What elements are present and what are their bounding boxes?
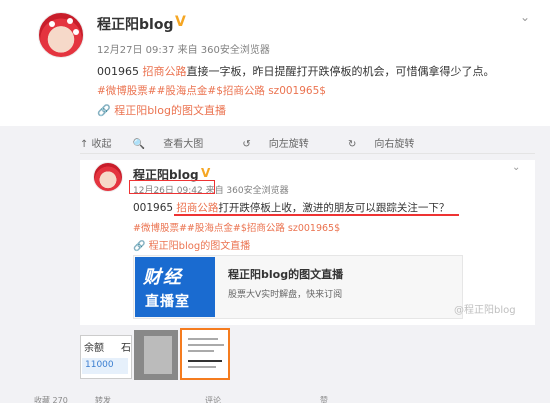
view-large-label: 查看大图 [163,139,204,150]
author-name[interactable]: 程正阳blog [97,14,173,34]
image-thumbnail-selected[interactable] [180,328,230,380]
rotate-left-icon: ↺ [242,139,251,150]
finance-live-logo: 财经 直播室 [135,257,215,317]
post-tags[interactable]: #微博股票##股海点金#$招商公路 sz001965$ [97,83,326,98]
rotate-right-button[interactable]: ↻ 向右旋转 [348,139,432,150]
table-header-1: 余额 [84,343,104,354]
rotate-right-label: 向右旋转 [374,139,415,150]
post-text: 001965 招商公路直接一字板，昨日提醒打开跌停板的机会，可惜偶拿得少了点。 [97,63,495,79]
screenshot-text: 001965 招商公路打开跌停板上收，激进的朋友可以跟踪关注一下？ [133,200,449,215]
weibo-post-card [0,0,550,120]
link-card-title: 程正阳blog的图文直播 [228,268,344,281]
table-value: 11000 [82,358,128,374]
author-avatar[interactable] [38,12,84,58]
link-icon: 🔗 [97,104,111,117]
rotate-right-icon: ↻ [347,139,357,150]
stock-link[interactable]: 招商公路 [143,65,187,78]
logo-line2: 直播室 [145,294,190,310]
screenshot-verified-icon: V [201,166,211,180]
image-toolbar: ↑ 收起 🔍 查看大图 ↺ 向左旋转 ↻ 向右旋转 [80,135,450,150]
post-meta: 12月27日 09:37 来自 360安全浏览器 [97,45,270,56]
watermark: @程正阳blog [454,305,516,316]
screenshot-chevron-icon: ⌄ [512,162,521,173]
screenshot-source-label: 程正阳blog的图文直播 [148,241,251,252]
toolbar-divider [80,153,535,154]
link-icon: 🔗 [133,241,146,252]
view-large-button[interactable]: 🔍 查看大图 [133,139,221,150]
favorite-button[interactable]: 收藏 270 [34,395,68,403]
rotate-left-button[interactable]: ↺ 向左旋转 [242,139,326,150]
screenshot-author-avatar [93,162,123,192]
like-button[interactable]: 赞 [320,395,328,403]
search-icon: 🔍 [132,139,146,150]
action-bar [0,391,550,403]
post-text-suffix: 直接一字板，昨日提醒打开跌停板的机会，可惜偶拿得少了点。 [186,65,495,78]
link-card-subtitle: 股票大V实时解盘，快来订阅 [228,290,343,300]
screenshot-text-suffix: 打开跌停板上收，激进的朋友可以跟踪关注一下？ [218,202,450,214]
screenshot-text-prefix: 001965 [133,202,177,214]
verified-icon: V [175,14,186,30]
collapse-button[interactable]: ↑ 收起 [80,139,112,150]
annotation-underline [174,214,459,216]
repost-button[interactable]: 转发 [95,395,111,403]
annotation-box [129,180,215,194]
screenshot-stock-link: 招商公路 [176,202,219,214]
screenshot-tags: #微博股票##股海点金#$招商公路 sz001965$ [133,223,341,234]
source-link[interactable]: 🔗 程正阳blog的图文直播 [97,102,226,118]
chevron-down-icon[interactable]: ⌄ [520,10,530,24]
logo-line1: 财经 [143,267,183,288]
comment-button[interactable]: 评论 [205,395,221,403]
rotate-left-label: 向左旋转 [268,139,309,150]
screenshot-source: 🔗 程正阳blog的图文直播 [133,237,250,252]
post-text-prefix: 001965 [97,65,143,78]
image-thumbnail[interactable] [134,330,178,380]
table-header-2: 石 [121,343,131,354]
source-link-label: 程正阳blog的图文直播 [114,104,226,117]
